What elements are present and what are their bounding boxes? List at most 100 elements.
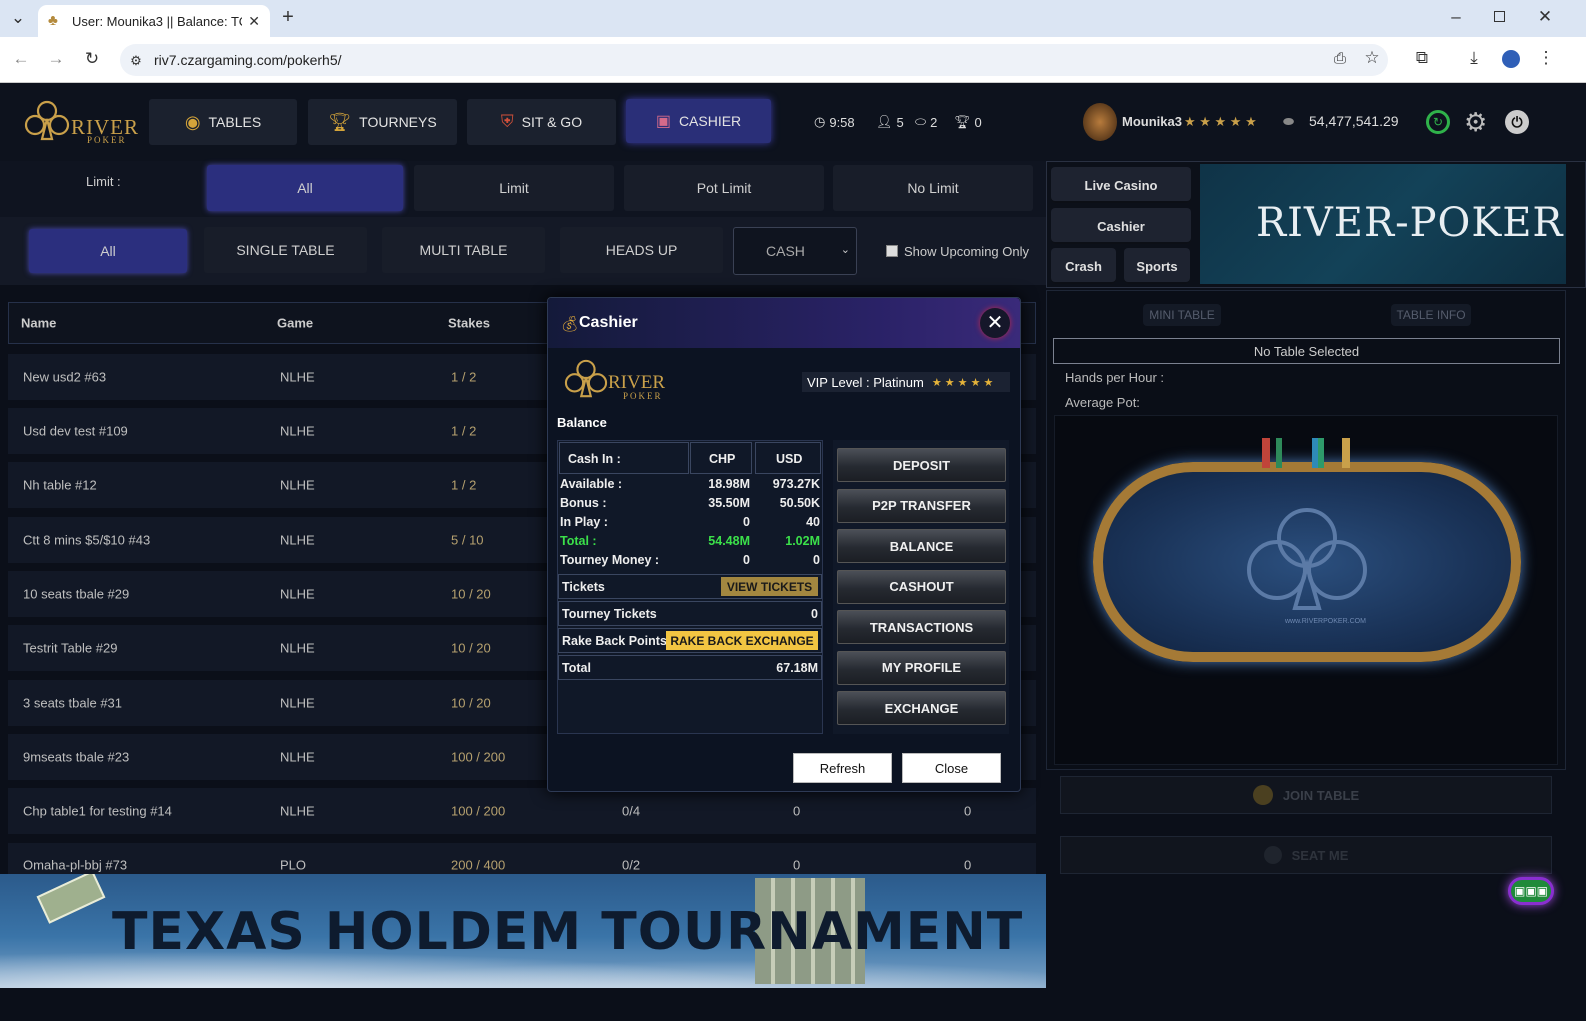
reload-icon[interactable]: ↻: [82, 49, 102, 69]
nav-cashier-button[interactable]: ▣ CASHIER: [626, 99, 771, 143]
cashier-side-button[interactable]: Cashier: [1051, 208, 1191, 244]
browser-tab-bar: ⌄ ♣ User: Mounika3 || Balance: TOM ✕ + –…: [0, 0, 1586, 37]
type-all-button[interactable]: All: [29, 229, 187, 273]
bookmark-star-icon[interactable]: ☆: [1362, 48, 1382, 68]
settings-gear-icon[interactable]: ⚙: [1464, 107, 1487, 138]
nav-sitgo-button[interactable]: ⛨ SIT & GO: [467, 99, 616, 145]
header-stakes[interactable]: Stakes: [448, 316, 490, 331]
balance-row: Bonus : 35.50M 50.50K: [560, 496, 820, 514]
header-game[interactable]: Game: [277, 316, 313, 331]
refresh-balance-icon[interactable]: ↻: [1426, 110, 1450, 134]
cash-in-label: Cash In :: [568, 452, 621, 466]
row-name: Nh table #12: [23, 477, 97, 493]
type-single-button[interactable]: SINGLE TABLE: [204, 227, 367, 273]
balance-row: In Play : 0 40: [560, 515, 820, 533]
grand-total-label: Total: [562, 661, 591, 675]
tourney-tickets-label: Tourney Tickets: [562, 607, 657, 621]
cashier-modal-header: 💰︎ Cashier ✕: [548, 298, 1020, 348]
row-stakes: 1 / 2: [451, 369, 477, 385]
seat-me-button[interactable]: SEAT ME: [1060, 836, 1552, 874]
minimize-icon[interactable]: –: [1446, 7, 1466, 27]
show-upcoming-checkbox[interactable]: [886, 245, 898, 257]
p2p-transfer-button[interactable]: P2P TRANSFER: [837, 488, 1006, 523]
nav-tables-button[interactable]: ◉ TABLES: [149, 99, 297, 145]
row-col5: 0: [793, 803, 801, 819]
user-stars: ★ ★ ★ ★ ★: [1184, 114, 1257, 129]
close-window-icon[interactable]: ✕: [1535, 7, 1555, 27]
extensions-icon[interactable]: ⧉: [1412, 48, 1432, 68]
exchange-button[interactable]: EXCHANGE: [837, 691, 1006, 725]
downloads-icon[interactable]: ⤓: [1464, 48, 1484, 68]
menu-kebab-icon[interactable]: ⋮: [1536, 48, 1556, 68]
limit-all-button[interactable]: All: [207, 165, 403, 211]
row-game: PLO: [280, 857, 307, 873]
row-game: NLHE: [280, 586, 315, 602]
live-casino-button[interactable]: Live Casino: [1051, 167, 1191, 203]
balance-button[interactable]: BALANCE: [837, 529, 1006, 563]
tournament-banner[interactable]: TEXAS HOLDEM TOURNAMENT: [0, 874, 1046, 988]
header-name[interactable]: Name: [21, 316, 56, 331]
nav-tourneys-button[interactable]: 🏆︎ TOURNEYS: [308, 99, 457, 145]
grand-total-value: 67.18M: [776, 661, 818, 675]
profile-avatar-icon[interactable]: [1502, 50, 1520, 68]
power-icon[interactable]: ⏻: [1505, 110, 1529, 134]
join-table-button[interactable]: JOIN TABLE: [1060, 776, 1552, 814]
limit-limit-button[interactable]: Limit: [414, 165, 614, 211]
clock-value: 9:58: [829, 114, 855, 130]
modal-close-icon[interactable]: ✕: [980, 308, 1010, 338]
view-tickets-button[interactable]: VIEW TICKETS: [721, 577, 818, 596]
nav-tables-label: TABLES: [208, 114, 262, 130]
sports-button[interactable]: Sports: [1124, 248, 1190, 284]
balance-row: Tourney Money : 0 0: [560, 553, 820, 571]
chip-icon: ⬬: [1283, 114, 1295, 129]
table-row[interactable]: Chp table1 for testing #14 NLHE 100 / 200 0…: [8, 788, 1036, 834]
slot-machine-icon[interactable]: ▣▣▣: [1508, 877, 1554, 905]
rakeback-label: Rake Back Points: [562, 634, 667, 648]
row-name: Ctt 8 mins $5/$10 #43: [23, 532, 151, 548]
balance-chp: 35.50M: [708, 496, 750, 510]
maximize-icon[interactable]: [1494, 11, 1505, 22]
limit-potlimit-button[interactable]: Pot Limit: [624, 165, 824, 211]
clock-icon: ◷: [814, 114, 826, 129]
type-headsup-button[interactable]: HEADS UP: [560, 227, 723, 273]
tab-search-icon[interactable]: ⌄: [8, 8, 28, 28]
chevron-down-icon: ⌄: [840, 244, 850, 256]
install-icon[interactable]: ⎙: [1330, 49, 1350, 69]
new-tab-icon[interactable]: +: [278, 7, 298, 27]
tourney-stat: 🏆︎ 0: [954, 114, 982, 130]
row-name: New usd2 #63: [23, 369, 107, 385]
coin-icon: [1252, 785, 1273, 805]
transactions-button[interactable]: TRANSACTIONS: [837, 610, 1006, 644]
avatar[interactable]: [1083, 103, 1117, 141]
close-tab-icon[interactable]: ✕: [248, 13, 260, 30]
row-game: NLHE: [280, 423, 315, 439]
my-profile-button[interactable]: MY PROFILE: [837, 650, 1006, 685]
back-icon[interactable]: ←: [11, 49, 31, 69]
river-poker-promo[interactable]: RIVER-POKER: [1200, 164, 1566, 284]
row-name: Chp table1 for testing #14: [23, 803, 172, 819]
refresh-button[interactable]: Refresh: [793, 753, 892, 783]
row-game: NLHE: [280, 640, 315, 656]
type-multi-button[interactable]: MULTI TABLE: [382, 227, 545, 273]
site-info-icon[interactable]: ⚙: [128, 51, 144, 71]
tab-mini-table[interactable]: MINI TABLE: [1143, 304, 1221, 326]
crash-button[interactable]: Crash: [1051, 248, 1116, 284]
forward-icon[interactable]: →: [46, 49, 66, 69]
rakeback-exchange-button[interactable]: RAKE BACK EXCHANGE: [666, 631, 818, 650]
cashout-button[interactable]: CASHOUT: [837, 569, 1006, 604]
table-logo-icon: [1247, 508, 1367, 610]
balance-chp: 0: [743, 515, 750, 529]
cash-select[interactable]: CASH ⌄: [733, 227, 857, 275]
user-balance: 54,477,541.29: [1309, 113, 1399, 129]
top-navigation: RIVER POKER ◉ TABLES 🏆︎ TOURNEYS ⛨ SIT & GO…: [0, 83, 1586, 161]
banner-title: TEXAS HOLDEM TOURNAMENT: [112, 902, 1024, 962]
browser-tab[interactable]: ♣ User: Mounika3 || Balance: TOM ✕: [38, 5, 270, 37]
row-game: NLHE: [280, 477, 315, 493]
url-text: riv7.czargaming.com/pokerh5/: [154, 52, 342, 68]
url-input[interactable]: riv7.czargaming.com/pokerh5/: [120, 44, 1388, 76]
close-button[interactable]: Close: [902, 753, 1001, 783]
deposit-button[interactable]: DEPOSIT: [837, 448, 1006, 482]
table-row[interactable]: Omaha-pl-bbj #73 PLO 200 / 400 0/2 0 0: [8, 843, 1036, 874]
tab-table-info[interactable]: TABLE INFO: [1391, 304, 1471, 326]
limit-nolimit-button[interactable]: No Limit: [833, 165, 1033, 211]
